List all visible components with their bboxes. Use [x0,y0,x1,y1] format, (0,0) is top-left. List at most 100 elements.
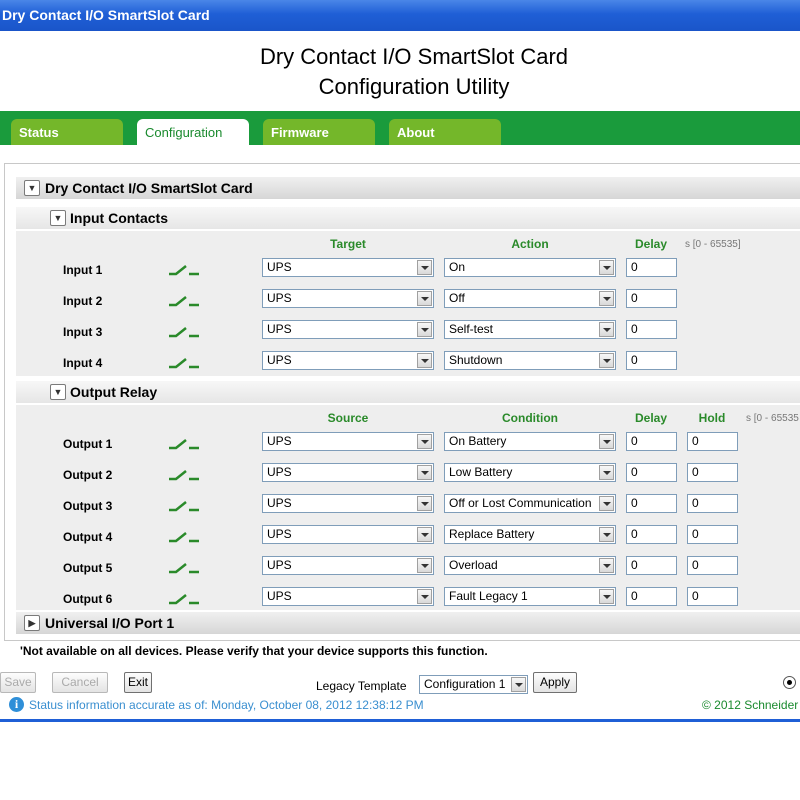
input-4-target-select[interactable]: UPS [262,351,434,370]
output-4-hold-field[interactable]: 0 [687,525,738,544]
output-1-source-value: UPS [267,434,292,448]
output-1-condition-value: On Battery [449,434,507,448]
input-2-target-select[interactable]: UPS [262,289,434,308]
status-text: Status information accurate as of: Monda… [29,698,424,712]
chevron-down-icon[interactable] [599,260,614,275]
output-1-label: Output 1 [63,437,113,451]
save-button[interactable]: Save [0,672,36,693]
input-4-action-select[interactable]: Shutdown [444,351,616,370]
output-2-condition-select[interactable]: Low Battery [444,463,616,482]
input-3-delay-field[interactable]: 0 [626,320,677,339]
legacy-template-label: Legacy Template [316,679,407,693]
chevron-down-icon[interactable] [417,589,432,604]
condition-header: Condition [502,411,558,425]
output-5-source-select[interactable]: UPS [262,556,434,575]
output-range: s [0 - 65535 [746,413,799,424]
switch-icon [169,563,199,574]
output-2-hold-field[interactable]: 0 [687,463,738,482]
output-2-source-value: UPS [267,465,292,479]
chevron-down-icon[interactable] [417,260,432,275]
cancel-button[interactable]: Cancel [52,672,108,693]
heading-line-2: Configuration Utility [318,74,510,99]
chevron-down-icon[interactable] [599,558,614,573]
input-4-label: Input 4 [63,356,103,370]
exit-button[interactable]: Exit [124,672,152,693]
tab-firmware[interactable]: Firmware [263,119,375,145]
action-header: Action [511,237,549,251]
chevron-down-icon[interactable] [599,434,614,449]
input-4-action-value: Shutdown [449,353,503,367]
output-6-delay-field[interactable]: 0 [626,587,677,606]
input-4-target-value: UPS [267,353,292,367]
chevron-down-icon[interactable] [599,589,614,604]
chevron-down-icon[interactable] [417,558,432,573]
heading-line-1: Dry Contact I/O SmartSlot Card [259,44,569,69]
output-relay-header[interactable]: ▼ Output Relay [16,381,800,403]
chevron-down-icon[interactable] [417,496,432,511]
output-3-delay-field[interactable]: 0 [626,494,677,513]
output-1-condition-select[interactable]: On Battery [444,432,616,451]
input-contacts-title: Input Contacts [70,210,168,226]
tab-status[interactable]: Status [11,119,123,145]
collapse-icon[interactable]: ▼ [24,180,40,196]
delay-range: s [0 - 65535] [685,239,741,250]
collapse-icon[interactable]: ▼ [50,210,66,226]
universal-port-header[interactable]: ▶ Universal I/O Port 1 [16,612,800,634]
input-1-target-value: UPS [267,260,292,274]
switch-icon [169,532,199,543]
chevron-down-icon[interactable] [417,465,432,480]
output-6-hold-field[interactable]: 0 [687,587,738,606]
switch-icon [169,594,199,605]
output-2-source-select[interactable]: UPS [262,463,434,482]
output-4-source-select[interactable]: UPS [262,525,434,544]
output-2-delay-field[interactable]: 0 [626,463,677,482]
output-1-hold-field[interactable]: 0 [687,432,738,451]
input-1-target-select[interactable]: UPS [262,258,434,277]
legacy-template-select[interactable]: Configuration 1 [419,675,528,694]
availability-note: 'Not available on all devices. Please ve… [20,644,488,658]
chevron-down-icon[interactable] [599,291,614,306]
expand-icon[interactable]: ▶ [24,615,40,631]
radio-button[interactable] [783,676,796,689]
chevron-down-icon[interactable] [417,353,432,368]
input-contacts-header[interactable]: ▼ Input Contacts [16,207,800,229]
tab-configuration[interactable]: Configuration [137,119,249,145]
input-1-delay-field[interactable]: 0 [626,258,677,277]
chevron-down-icon[interactable] [599,496,614,511]
input-3-action-select[interactable]: Self-test [444,320,616,339]
chevron-down-icon[interactable] [417,322,432,337]
output-3-source-select[interactable]: UPS [262,494,434,513]
main-section-header[interactable]: ▼ Dry Contact I/O SmartSlot Card [16,177,800,199]
input-3-target-value: UPS [267,322,292,336]
input-4-delay-field[interactable]: 0 [626,351,677,370]
switch-icon [169,358,199,369]
output-6-source-select[interactable]: UPS [262,587,434,606]
chevron-down-icon[interactable] [599,353,614,368]
chevron-down-icon[interactable] [417,434,432,449]
output-3-hold-field[interactable]: 0 [687,494,738,513]
chevron-down-icon[interactable] [417,527,432,542]
chevron-down-icon[interactable] [599,465,614,480]
input-2-action-select[interactable]: Off [444,289,616,308]
input-2-delay-field[interactable]: 0 [626,289,677,308]
chevron-down-icon[interactable] [599,527,614,542]
output-1-delay-field[interactable]: 0 [626,432,677,451]
output-3-condition-value: Off or Lost Communication [449,496,592,510]
collapse-icon[interactable]: ▼ [50,384,66,400]
output-5-source-value: UPS [267,558,292,572]
output-4-delay-field[interactable]: 0 [626,525,677,544]
chevron-down-icon[interactable] [599,322,614,337]
input-1-action-select[interactable]: On [444,258,616,277]
output-5-delay-field[interactable]: 0 [626,556,677,575]
tab-about[interactable]: About [389,119,501,145]
chevron-down-icon[interactable] [511,677,526,692]
output-6-condition-select[interactable]: Fault Legacy 1 [444,587,616,606]
apply-button[interactable]: Apply [533,672,577,693]
output-3-condition-select[interactable]: Off or Lost Communication [444,494,616,513]
output-4-condition-select[interactable]: Replace Battery [444,525,616,544]
output-5-condition-select[interactable]: Overload [444,556,616,575]
chevron-down-icon[interactable] [417,291,432,306]
output-1-source-select[interactable]: UPS [262,432,434,451]
output-5-hold-field[interactable]: 0 [687,556,738,575]
input-3-target-select[interactable]: UPS [262,320,434,339]
